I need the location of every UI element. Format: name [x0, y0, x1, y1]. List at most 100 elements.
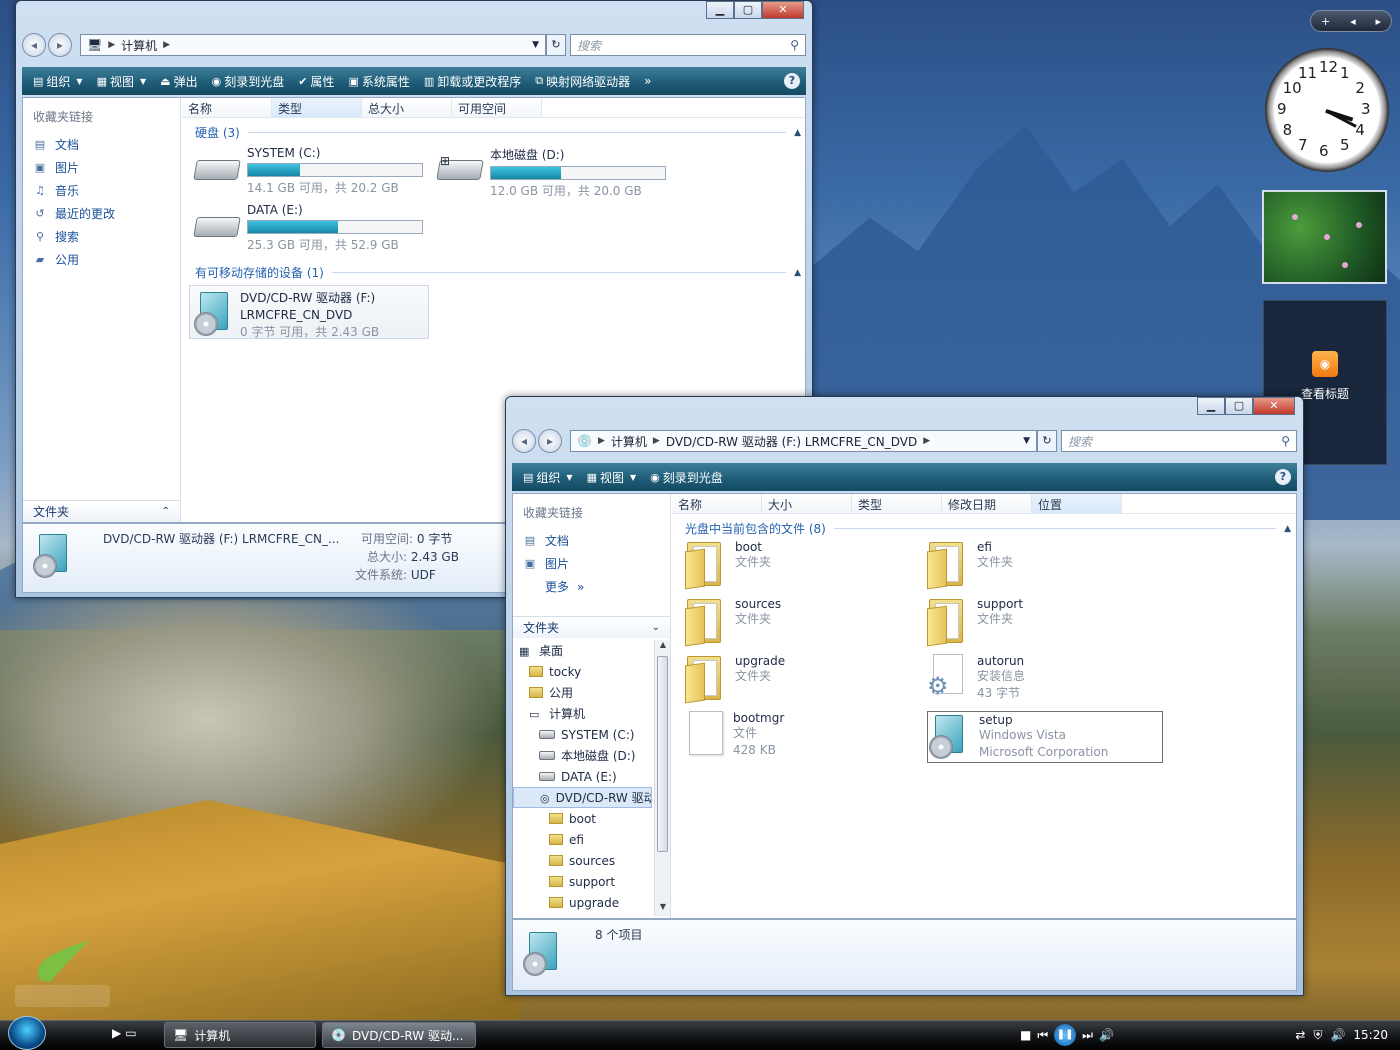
search-icon[interactable]: ⚲ — [1281, 434, 1290, 448]
dvd-drive-item[interactable]: DVD/CD-RW 驱动器 (F:) LRMCFRE_CN_DVD 0 字节 可… — [189, 285, 429, 339]
address-separator[interactable]: ▶ — [923, 436, 930, 446]
address-separator[interactable]: ▶ — [163, 40, 170, 50]
column-header[interactable]: 名称 — [182, 98, 272, 117]
volume-tray-icon[interactable]: 🔊 — [1330, 1028, 1345, 1042]
column-header[interactable]: 类型 — [272, 98, 362, 117]
address-dropdown-icon[interactable]: ▼ — [532, 40, 539, 50]
tree-node[interactable]: 本地磁盘 (D:) — [513, 745, 652, 766]
toolbar-button-views[interactable]: ▦ 视图 ▼ — [92, 73, 152, 90]
tree-node[interactable]: 公用 — [513, 682, 652, 703]
column-header[interactable]: 可用空间 — [452, 98, 542, 117]
security-shield-icon[interactable]: ⛨ — [1313, 1028, 1322, 1043]
dvd-drive-window[interactable]: ▁ ▢ ✕ ◂ ▸ 💿 ▶ 计算机 ▶ DVD/CD-RW 驱动器 (F:) L… — [505, 396, 1304, 996]
help-icon[interactable]: ? — [1275, 469, 1291, 485]
toolbar-button-map-drive[interactable]: ⧉ 映射网络驱动器 — [530, 73, 635, 90]
next-icon[interactable]: ⏭ — [1082, 1028, 1093, 1043]
collapse-icon[interactable]: ▲ — [1284, 524, 1291, 534]
drive-item[interactable]: DATA (E:) 25.3 GB 可用，共 52.9 GB — [193, 203, 423, 253]
toolbar-button-organize[interactable]: ▤ 组织 ▼ — [28, 73, 88, 90]
column-header[interactable]: 修改日期 — [942, 494, 1032, 513]
slideshow-gadget[interactable] — [1262, 190, 1387, 284]
group-header-removable[interactable]: 有可移动存储的设备 (1) ▲ — [195, 264, 801, 281]
clock-time[interactable]: 15:20 — [1353, 1028, 1388, 1042]
refresh-button[interactable]: ↻ — [1037, 430, 1057, 452]
address-segment-computer[interactable]: 计算机 — [611, 433, 647, 450]
column-header[interactable]: 总大小 — [362, 98, 452, 117]
nav-link-recent[interactable]: ↺ 最近的更改 — [23, 202, 180, 225]
network-icon[interactable]: ⇄ — [1295, 1028, 1305, 1042]
toolbar-button-system-properties[interactable]: ▣ 系统属性 — [343, 73, 414, 90]
column-header[interactable]: 位置 — [1032, 494, 1122, 513]
toolbar-button-burn[interactable]: ◉ 刻录到光盘 — [645, 469, 728, 486]
tree-node[interactable]: support — [513, 871, 652, 892]
forward-button[interactable]: ▸ — [538, 429, 562, 453]
taskbar-button-computer[interactable]: 🖥 计算机 — [164, 1022, 316, 1048]
file-item[interactable]: upgrade 文件夹 — [685, 654, 785, 704]
toolbar-button-uninstall[interactable]: ▥ 卸载或更改程序 — [419, 73, 526, 90]
search-input[interactable]: 搜索 ⚲ — [570, 34, 806, 56]
file-item[interactable]: bootmgr 文件 428 KB — [685, 711, 784, 759]
back-button[interactable]: ◂ — [22, 33, 46, 57]
toolbar-button-checkmark[interactable]: ✔ 属性 — [293, 73, 339, 90]
tree-node[interactable]: efi — [513, 829, 652, 850]
nav-link-documents[interactable]: ▤ 文档 — [513, 529, 670, 552]
drive-item[interactable]: ⊞ 本地磁盘 (D:) 12.0 GB 可用，共 20.0 GB — [436, 146, 666, 199]
start-button[interactable] — [8, 1016, 46, 1050]
media-player-icon[interactable]: ▶ — [112, 1026, 121, 1040]
tree-scrollbar[interactable]: ▲ ▼ — [654, 640, 670, 916]
column-header[interactable]: 名称 — [672, 494, 762, 513]
toolbar-button-eject[interactable]: ⏏ 弹出 — [155, 73, 202, 90]
maximize-button[interactable]: ▢ — [1225, 397, 1253, 415]
group-header-hard-disks[interactable]: 硬盘 (3) ▲ — [195, 124, 801, 141]
address-bar[interactable]: 🖥 ▶ 计算机 ▶ ▼ — [80, 34, 546, 56]
close-button[interactable]: ✕ — [1253, 397, 1295, 415]
file-item[interactable]: setup Windows Vista Microsoft Corporation — [927, 711, 1163, 763]
show-desktop-icon[interactable]: ▭ — [125, 1026, 136, 1040]
scroll-down-icon[interactable]: ▼ — [655, 902, 671, 916]
back-button[interactable]: ◂ — [512, 429, 536, 453]
minimize-button[interactable]: ▁ — [1197, 397, 1225, 415]
collapse-icon[interactable]: ▲ — [794, 268, 801, 278]
tree-node[interactable]: sources — [513, 850, 652, 871]
help-icon[interactable]: ? — [784, 73, 800, 89]
tree-node[interactable]: SYSTEM (C:) — [513, 724, 652, 745]
refresh-button[interactable]: ↻ — [546, 34, 566, 56]
nav-link-pictures[interactable]: ▣ 图片 — [23, 156, 180, 179]
tree-node[interactable]: tocky — [513, 661, 652, 682]
address-separator[interactable]: ▶ — [108, 40, 115, 50]
nav-link-searches[interactable]: ⚲ 搜索 — [23, 225, 180, 248]
nav-link-public[interactable]: ▰ 公用 — [23, 248, 180, 271]
clock-gadget[interactable]: 12 1 2 3 4 5 6 7 8 9 10 11 — [1265, 48, 1389, 172]
stop-icon[interactable]: ■ — [1020, 1028, 1031, 1042]
tree-node[interactable]: ◎ DVD/CD-RW 驱动 — [513, 787, 652, 808]
address-separator[interactable]: ▶ — [598, 436, 605, 446]
file-item[interactable]: efi 文件夹 — [927, 540, 1013, 590]
add-gadget-icon[interactable]: + — [1321, 15, 1330, 28]
nav-link-more[interactable]: 更多 » — [513, 575, 670, 598]
more-commands-button[interactable]: » — [639, 74, 656, 88]
scroll-up-icon[interactable]: ▲ — [655, 640, 671, 654]
minimize-button[interactable]: ▁ — [706, 1, 734, 19]
tree-node[interactable]: upgrade — [513, 892, 652, 913]
nav-link-pictures[interactable]: ▣ 图片 — [513, 552, 670, 575]
nav-link-documents[interactable]: ▤ 文档 — [23, 133, 180, 156]
drive-item[interactable]: SYSTEM (C:) 14.1 GB 可用，共 20.2 GB — [193, 146, 423, 196]
file-item[interactable]: ⚙ autorun 安装信息 43 字节 — [927, 654, 1025, 702]
forward-button[interactable]: ▸ — [48, 33, 72, 57]
group-header-disc-files[interactable]: 光盘中当前包含的文件 (8) ▲ — [685, 520, 1291, 537]
file-item[interactable]: boot 文件夹 — [685, 540, 771, 590]
file-item[interactable]: support 文件夹 — [927, 597, 1023, 647]
pause-button[interactable]: ❚❚ — [1054, 1024, 1077, 1046]
tree-node[interactable]: boot — [513, 808, 652, 829]
volume-icon[interactable]: 🔊 — [1099, 1028, 1114, 1042]
search-icon[interactable]: ⚲ — [790, 38, 799, 52]
file-item[interactable]: sources 文件夹 — [685, 597, 781, 647]
nav-link-music[interactable]: ♫ 音乐 — [23, 179, 180, 202]
address-separator[interactable]: ▶ — [653, 436, 660, 446]
scroll-thumb[interactable] — [657, 656, 668, 852]
address-dropdown-icon[interactable]: ▼ — [1023, 436, 1030, 446]
tree-node[interactable]: DATA (E:) — [513, 766, 652, 787]
sidebar-controls[interactable]: + ◂ ▸ — [1310, 10, 1392, 32]
address-segment-dvd-drive[interactable]: DVD/CD-RW 驱动器 (F:) LRMCFRE_CN_DVD — [666, 433, 917, 450]
column-header[interactable]: 类型 — [852, 494, 942, 513]
